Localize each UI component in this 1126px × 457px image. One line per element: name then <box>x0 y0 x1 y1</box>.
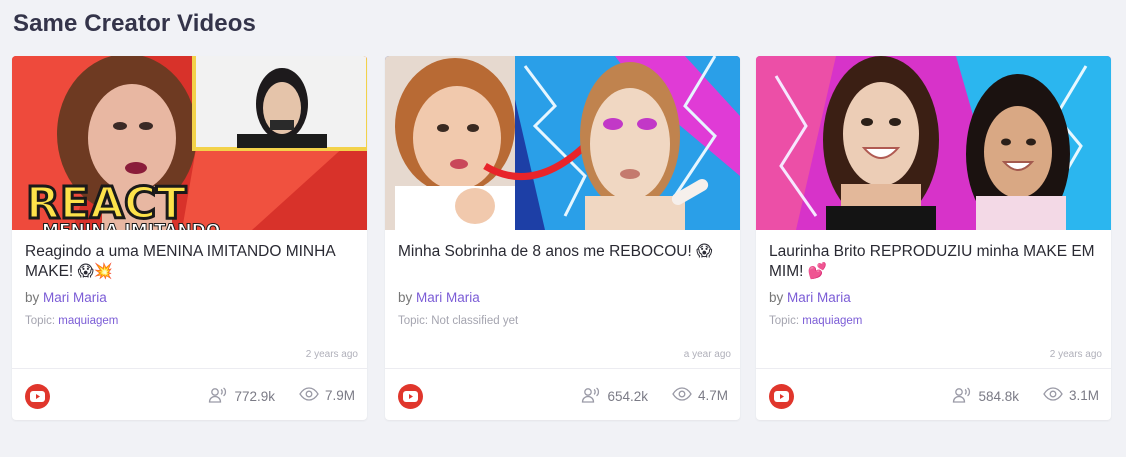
subscriber-count: 772.9k <box>208 387 275 406</box>
divider <box>12 368 367 369</box>
eye-icon <box>1043 387 1063 404</box>
byline: by Mari Maria <box>769 290 851 305</box>
youtube-icon[interactable] <box>25 384 50 409</box>
eye-icon <box>672 387 692 404</box>
topic: Topic: Not classified yet <box>398 315 518 327</box>
video-title[interactable]: Minha Sobrinha de 8 anos me REBOCOU! 😱 <box>398 242 728 262</box>
people-icon <box>581 387 601 406</box>
video-card-list: REACT MENINA IMITANDO Reagindo a uma MEN… <box>12 56 1114 420</box>
byline: by Mari Maria <box>25 290 107 305</box>
video-card[interactable]: Laurinha Brito REPRODUZIU minha MAKE EM … <box>756 56 1111 420</box>
video-age: a year ago <box>683 349 731 360</box>
eye-icon <box>299 387 319 404</box>
subscriber-count: 584.8k <box>952 387 1019 406</box>
subscriber-value: 772.9k <box>234 389 275 404</box>
topic-label: Topic: <box>398 315 429 327</box>
video-card[interactable]: REACT MENINA IMITANDO Reagindo a uma MEN… <box>12 56 367 420</box>
view-value: 3.1M <box>1068 388 1099 403</box>
topic-link[interactable]: maquiagem <box>802 315 862 327</box>
topic: Topic: maquiagem <box>25 315 118 327</box>
video-card[interactable]: Minha Sobrinha de 8 anos me REBOCOU! 😱 b… <box>385 56 740 420</box>
youtube-icon[interactable] <box>769 384 794 409</box>
creator-link[interactable]: Mari Maria <box>416 290 480 305</box>
thumbnail-text: MENINA IMITANDO <box>42 221 220 230</box>
view-value: 7.9M <box>324 388 355 403</box>
creator-link[interactable]: Mari Maria <box>787 290 851 305</box>
byline: by Mari Maria <box>398 290 480 305</box>
view-count: 3.1M <box>1043 387 1099 404</box>
video-thumbnail[interactable] <box>385 56 740 230</box>
video-thumbnail[interactable] <box>756 56 1111 230</box>
divider <box>385 368 740 369</box>
divider <box>756 368 1111 369</box>
subscriber-value: 654.2k <box>607 389 648 404</box>
subscriber-count: 654.2k <box>581 387 648 406</box>
topic-label: Topic: <box>769 315 800 327</box>
subscriber-value: 584.8k <box>978 389 1019 404</box>
video-age: 2 years ago <box>305 349 358 360</box>
youtube-icon[interactable] <box>398 384 423 409</box>
by-prefix: by <box>769 290 784 305</box>
view-count: 4.7M <box>672 387 728 404</box>
people-icon <box>208 387 228 406</box>
by-prefix: by <box>398 290 413 305</box>
topic-value: Not classified yet <box>431 315 519 327</box>
by-prefix: by <box>25 290 40 305</box>
view-value: 4.7M <box>697 388 728 403</box>
topic: Topic: maquiagem <box>769 315 862 327</box>
video-age: 2 years ago <box>1049 349 1102 360</box>
people-icon <box>952 387 972 406</box>
view-count: 7.9M <box>299 387 355 404</box>
video-title[interactable]: Reagindo a uma MENINA IMITANDO MINHA MAK… <box>25 242 355 282</box>
topic-label: Topic: <box>25 315 56 327</box>
video-title[interactable]: Laurinha Brito REPRODUZIU minha MAKE EM … <box>769 242 1099 282</box>
creator-link[interactable]: Mari Maria <box>43 290 107 305</box>
video-thumbnail[interactable]: REACT MENINA IMITANDO <box>12 56 367 230</box>
section-title: Same Creator Videos <box>13 10 256 37</box>
topic-link[interactable]: maquiagem <box>58 315 118 327</box>
